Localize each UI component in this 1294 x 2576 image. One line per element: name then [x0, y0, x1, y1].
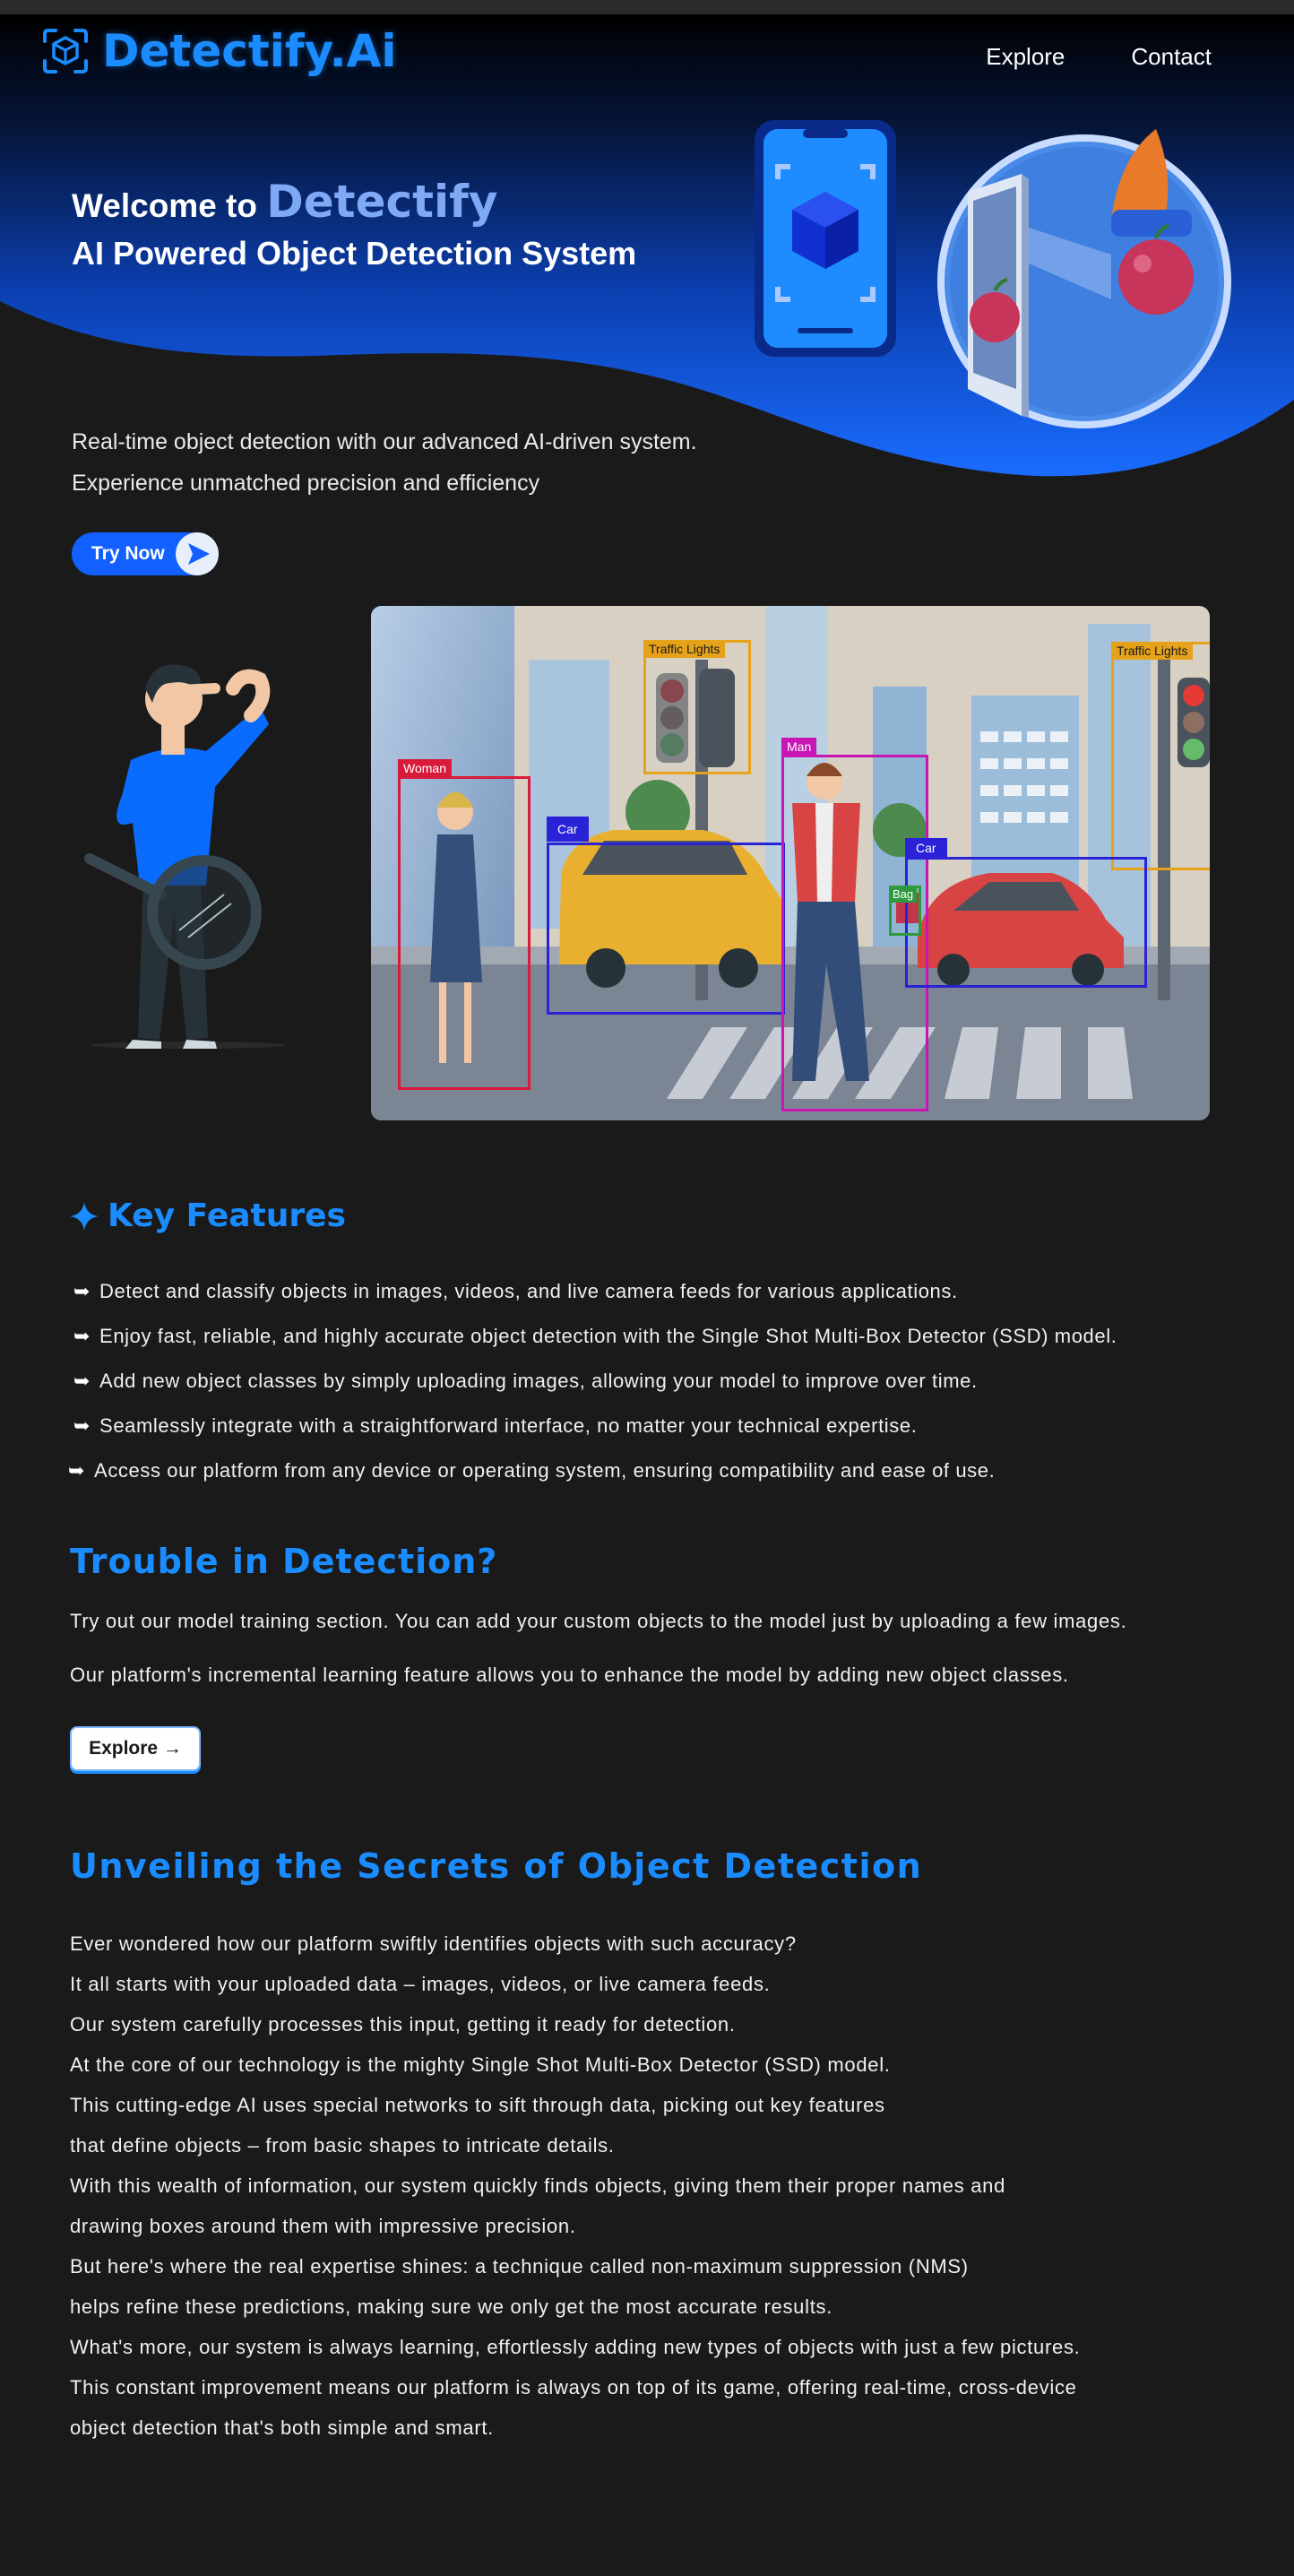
curved-arrow-icon: ➥	[68, 1459, 86, 1482]
unveil-line: that define objects – from basic shapes …	[70, 2134, 615, 2157]
top-strip	[0, 0, 1294, 14]
detection-demo-scene: Traffic Lights Traffic Lights Woman Car …	[371, 606, 1210, 1120]
list-item: ➥ Detect and classify objects in images, …	[73, 1269, 1117, 1314]
send-arrow-icon	[176, 532, 219, 575]
curved-arrow-icon: ➥	[73, 1280, 91, 1302]
sparkle-icon	[70, 1201, 99, 1231]
unveil-line: object detection that's both simple and …	[70, 2416, 494, 2439]
hero-intro: Real-time object detection with our adva…	[72, 421, 697, 504]
detection-box-bag: Bag	[889, 886, 921, 936]
unveil-line: At the core of our technology is the mig…	[70, 2053, 891, 2076]
unveil-line: helps refine these predictions, making s…	[70, 2295, 833, 2318]
logo-text: Detectify.Ai	[102, 25, 397, 77]
detection-box-traffic-lights: Traffic Lights	[1111, 642, 1210, 870]
unveil-line: It all starts with your uploaded data – …	[70, 1973, 771, 1995]
main-nav: Explore Contact	[986, 43, 1212, 71]
detection-globe-illustration	[937, 129, 1231, 428]
detection-box-car: Car	[905, 838, 1147, 988]
key-features-heading: Key Features	[70, 1197, 346, 1234]
logo[interactable]: Detectify.Ai	[41, 25, 397, 77]
explore-button[interactable]: Explore →	[70, 1726, 201, 1771]
detection-label: Traffic Lights	[643, 640, 726, 658]
detection-label: Traffic Lights	[1111, 642, 1194, 660]
welcome-prefix: Welcome to	[72, 187, 257, 224]
try-now-label: Try Now	[91, 543, 165, 564]
unveil-line: What's more, our system is always learni…	[70, 2336, 1081, 2358]
nav-contact-link[interactable]: Contact	[1131, 43, 1212, 71]
trouble-heading: Trouble in Detection?	[70, 1542, 498, 1581]
unveil-line: But here's where the real expertise shin…	[70, 2255, 969, 2278]
detection-label: Bag	[889, 886, 918, 903]
detection-label: Car	[905, 838, 947, 858]
unveil-line: Our system carefully processes this inpu…	[70, 2013, 736, 2036]
hero-subtitle: AI Powered Object Detection System	[72, 235, 637, 272]
trouble-paragraph: Our platform's incremental learning feat…	[70, 1664, 1069, 1686]
phone-scan-illustration	[755, 120, 896, 357]
try-now-button[interactable]: Try Now	[72, 532, 219, 575]
detection-label: Woman	[398, 759, 452, 777]
feature-text: Add new object classes by simply uploadi…	[99, 1370, 978, 1392]
searching-person-illustration	[84, 664, 287, 1049]
welcome-brand: Detectify	[266, 176, 498, 228]
intro-line: Experience unmatched precision and effic…	[72, 471, 540, 496]
detection-box-car: Car	[547, 817, 785, 1015]
unveil-line: drawing boxes around them with impressiv…	[70, 2215, 576, 2237]
nav-explore-link[interactable]: Explore	[986, 43, 1065, 71]
detection-box-traffic-lights: Traffic Lights	[643, 640, 751, 774]
feature-text: Detect and classify objects in images, v…	[99, 1280, 958, 1302]
unveil-line: This constant improvement means our plat…	[70, 2376, 1077, 2399]
list-item: ➥ Enjoy fast, reliable, and highly accura…	[73, 1314, 1117, 1359]
detection-label: Man	[781, 738, 817, 756]
unveil-line: With this wealth of information, our sys…	[70, 2174, 1006, 2197]
list-item: ➥ Add new object classes by simply upload…	[73, 1359, 1117, 1404]
detection-box-woman: Woman	[398, 759, 531, 1090]
unveil-line: This cutting-edge AI uses special networ…	[70, 2094, 885, 2116]
unveil-body: Ever wondered how our platform swiftly i…	[70, 1923, 1080, 2448]
curved-arrow-icon: ➥	[73, 1370, 91, 1392]
unveil-line: Ever wondered how our platform swiftly i…	[70, 1932, 797, 1955]
list-item: ➥ Seamlessly integrate with a straightfor…	[73, 1404, 1117, 1448]
trouble-paragraph: Try out our model training section. You …	[70, 1610, 1127, 1632]
unveil-heading: Unveiling the Secrets of Object Detectio…	[70, 1846, 923, 1886]
feature-text: Seamlessly integrate with a straightforw…	[99, 1414, 918, 1437]
curved-arrow-icon: ➥	[73, 1325, 91, 1347]
detection-label: Car	[547, 817, 589, 842]
intro-line: Real-time object detection with our adva…	[72, 429, 697, 454]
cube-logo-icon	[43, 29, 88, 73]
feature-text: Enjoy fast, reliable, and highly accurat…	[99, 1325, 1117, 1347]
list-item: ➥ Access our platform from any device or …	[68, 1448, 1117, 1493]
key-features-title: Key Features	[108, 1197, 346, 1234]
feature-text: Access our platform from any device or o…	[94, 1459, 996, 1482]
welcome-heading: Welcome to Detectify	[72, 176, 636, 228]
curved-arrow-icon: ➥	[73, 1414, 91, 1437]
features-list: ➥ Detect and classify objects in images, …	[68, 1269, 1117, 1493]
hero-heading: Welcome to Detectify AI Powered Object D…	[72, 176, 636, 272]
